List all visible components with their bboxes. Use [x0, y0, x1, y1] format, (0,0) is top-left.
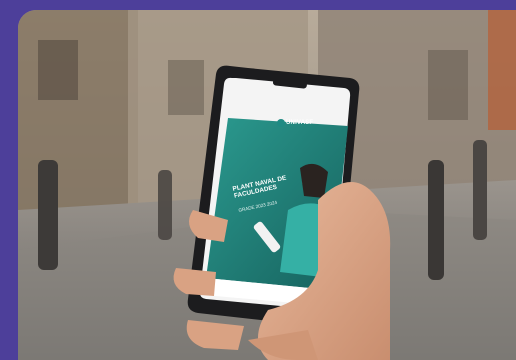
bollard	[428, 160, 444, 280]
street-photo	[18, 10, 516, 360]
bollard	[473, 140, 487, 240]
bollard	[158, 170, 172, 240]
bollard	[38, 160, 58, 270]
photo-frame: UNIVASF PLANT NAVAL DE FACULDADES GRADE …	[18, 10, 516, 360]
